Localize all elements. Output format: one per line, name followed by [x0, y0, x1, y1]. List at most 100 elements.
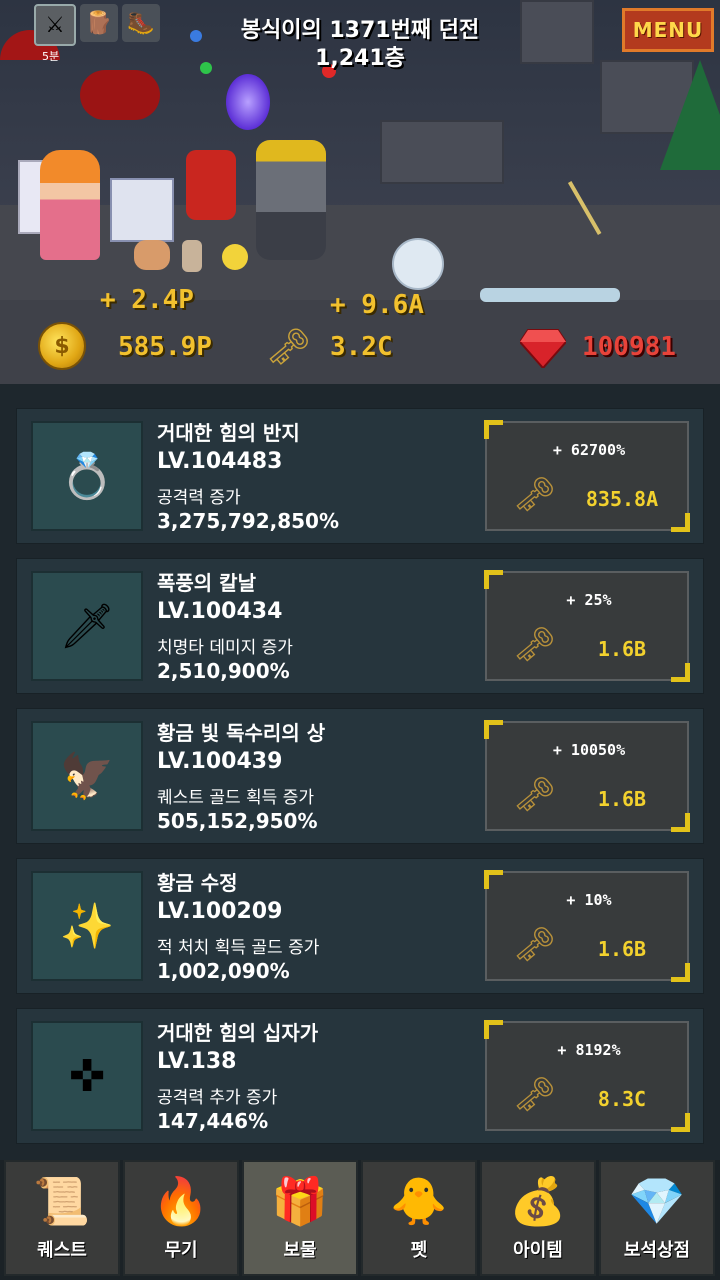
- upgrade-cost: 1.6B: [597, 787, 647, 811]
- snow-pile: [480, 288, 620, 302]
- treasure-level: LV.104483: [157, 449, 283, 474]
- bottom-nav: 📜 퀘스트 🔥 무기 🎁 보물 🐥 펫 💰 아이템 💎 보석상점: [0, 1160, 720, 1280]
- upgrade-bonus: + 8192%: [557, 1041, 621, 1059]
- treasure-card: ✜ 거대한 힘의 십자가 LV.138 공격력 추가 증가 147,446% +…: [16, 1008, 704, 1144]
- upgrade-bonus: + 25%: [566, 591, 612, 609]
- treasure-list[interactable]: 💍 거대한 힘의 반지 LV.104483 공격력 증가 3,275,792,8…: [0, 384, 720, 1160]
- corner-decoration: [671, 663, 690, 682]
- gold-rate: + 2.4P: [100, 285, 194, 315]
- upgrade-button[interactable]: + 62700% 🗝 835.8A: [484, 420, 690, 532]
- treasure-effect: 퀘스트 골드 획득 증가: [157, 788, 314, 808]
- key-icon: 🗝: [513, 1075, 557, 1115]
- nav-label: 보물: [283, 1240, 317, 1261]
- hamster-pet: [134, 240, 170, 270]
- game-scene[interactable]: ⚔ 🪵 🥾 5분 봉식이의 1371번째 던전 1,241층 MENU + 2.…: [0, 0, 720, 384]
- upgrade-bonus: + 62700%: [552, 441, 626, 459]
- treasure-effect-value: 505,152,950%: [157, 809, 318, 833]
- upgrade-cost: 1.6B: [597, 637, 647, 661]
- treasure-effect: 공격력 증가: [157, 488, 241, 508]
- treasure-level: LV.138: [157, 1049, 237, 1074]
- treasure-level: LV.100209: [157, 899, 283, 924]
- weapon-icon: 🔥: [152, 1174, 210, 1228]
- upgrade-button[interactable]: + 10% 🗝 1.6B: [484, 870, 690, 982]
- princess-character: [40, 150, 100, 260]
- treasure-level: LV.100439: [157, 749, 283, 774]
- nav-tab-gem-shop[interactable]: 💎 보석상점: [599, 1160, 715, 1276]
- nav-tab-item-bag[interactable]: 💰 아이템: [480, 1160, 596, 1276]
- corner-decoration: [671, 513, 690, 532]
- upgrade-bonus: + 10%: [566, 891, 612, 909]
- wall-brick: [380, 120, 504, 184]
- upgrade-button[interactable]: + 8192% 🗝 8.3C: [484, 1020, 690, 1132]
- chick-icon: 🐥: [390, 1174, 448, 1228]
- upgrade-bonus: + 10050%: [552, 741, 626, 759]
- scroll-icon: 📜: [33, 1174, 91, 1228]
- treasure-name: 폭풍의 칼날: [157, 571, 256, 595]
- nav-tab-chick[interactable]: 🐥 펫: [361, 1160, 477, 1276]
- golden-eagle-icon: 🦅: [31, 721, 143, 831]
- gem-amount: 100981: [582, 332, 676, 362]
- key-icon: 🗝: [513, 925, 557, 965]
- upgrade-cost: 835.8A: [585, 487, 659, 511]
- upgrade-button[interactable]: + 10050% 🗝 1.6B: [484, 720, 690, 832]
- dragon-pet: [186, 150, 236, 220]
- upgrade-cost: 1.6B: [597, 937, 647, 961]
- nav-tab-scroll[interactable]: 📜 퀘스트: [4, 1160, 120, 1276]
- treasure-chest-icon: 🎁: [271, 1174, 329, 1228]
- treasure-name: 거대한 힘의 반지: [157, 421, 300, 445]
- menu-button[interactable]: MENU: [622, 8, 714, 52]
- treasure-name: 황금 빛 독수리의 상: [157, 721, 326, 745]
- magic-crystal: [226, 74, 270, 130]
- nav-label: 무기: [164, 1240, 198, 1261]
- gold-coin-icon: $: [38, 322, 86, 370]
- upgrade-button[interactable]: + 25% 🗝 1.6B: [484, 570, 690, 682]
- treasure-effect: 치명타 데미지 증가: [157, 638, 293, 658]
- treasure-effect-value: 147,446%: [157, 1109, 269, 1133]
- knight-character: [256, 140, 326, 260]
- key-icon: 🗝: [513, 475, 557, 515]
- snowman: [392, 238, 444, 290]
- nav-tab-weapon[interactable]: 🔥 무기: [123, 1160, 239, 1276]
- treasure-effect: 공격력 추가 증가: [157, 1088, 278, 1108]
- nav-label: 펫: [410, 1240, 428, 1261]
- gold-amount: 585.9P: [118, 332, 212, 362]
- key-icon: 🗝: [266, 327, 312, 368]
- key-rate: + 9.6A: [330, 290, 424, 320]
- ring-icon: 💍: [31, 421, 143, 531]
- key-icon: 🗝: [513, 625, 557, 665]
- treasure-effect-value: 3,275,792,850%: [157, 509, 339, 533]
- treasure-level: LV.100434: [157, 599, 283, 624]
- nav-tab-treasure-chest[interactable]: 🎁 보물: [242, 1160, 358, 1276]
- squirrel-pet: [182, 240, 202, 272]
- treasure-effect-value: 1,002,090%: [157, 959, 290, 983]
- corner-decoration: [484, 1020, 503, 1039]
- storm-blade-icon: 🗡: [31, 571, 143, 681]
- upgrade-cost: 8.3C: [597, 1087, 647, 1111]
- gem-icon: [518, 328, 568, 370]
- chick-pet: [222, 244, 248, 270]
- corner-decoration: [671, 1113, 690, 1132]
- nav-label: 퀘스트: [37, 1240, 87, 1261]
- key-icon: 🗝: [513, 775, 557, 815]
- treasure-effect: 적 처치 획득 골드 증가: [157, 938, 320, 958]
- nav-label: 보석상점: [623, 1240, 691, 1261]
- corner-decoration: [484, 720, 503, 739]
- item-bag-icon: 💰: [509, 1174, 567, 1228]
- corner-decoration: [484, 420, 503, 439]
- key-amount: 3.2C: [330, 332, 393, 362]
- dungeon-floor: 1,241층: [315, 46, 405, 71]
- treasure-card: ✨ 황금 수정 LV.100209 적 처치 획득 골드 증가 1,002,09…: [16, 858, 704, 994]
- cross-icon: ✜: [31, 1021, 143, 1131]
- treasure-effect-value: 2,510,900%: [157, 659, 290, 683]
- christmas-tree: [660, 60, 720, 170]
- gem-shop-icon: 💎: [628, 1174, 686, 1228]
- corner-decoration: [484, 870, 503, 889]
- corner-decoration: [484, 570, 503, 589]
- gold-crystal-icon: ✨: [31, 871, 143, 981]
- treasure-card: 🦅 황금 빛 독수리의 상 LV.100439 퀘스트 골드 획득 증가 505…: [16, 708, 704, 844]
- treasure-card: 🗡 폭풍의 칼날 LV.100434 치명타 데미지 증가 2,510,900%…: [16, 558, 704, 694]
- nav-label: 아이템: [513, 1240, 563, 1261]
- santa-bag: [80, 70, 160, 120]
- treasure-name: 거대한 힘의 십자가: [157, 1021, 319, 1045]
- treasure-name: 황금 수정: [157, 871, 238, 895]
